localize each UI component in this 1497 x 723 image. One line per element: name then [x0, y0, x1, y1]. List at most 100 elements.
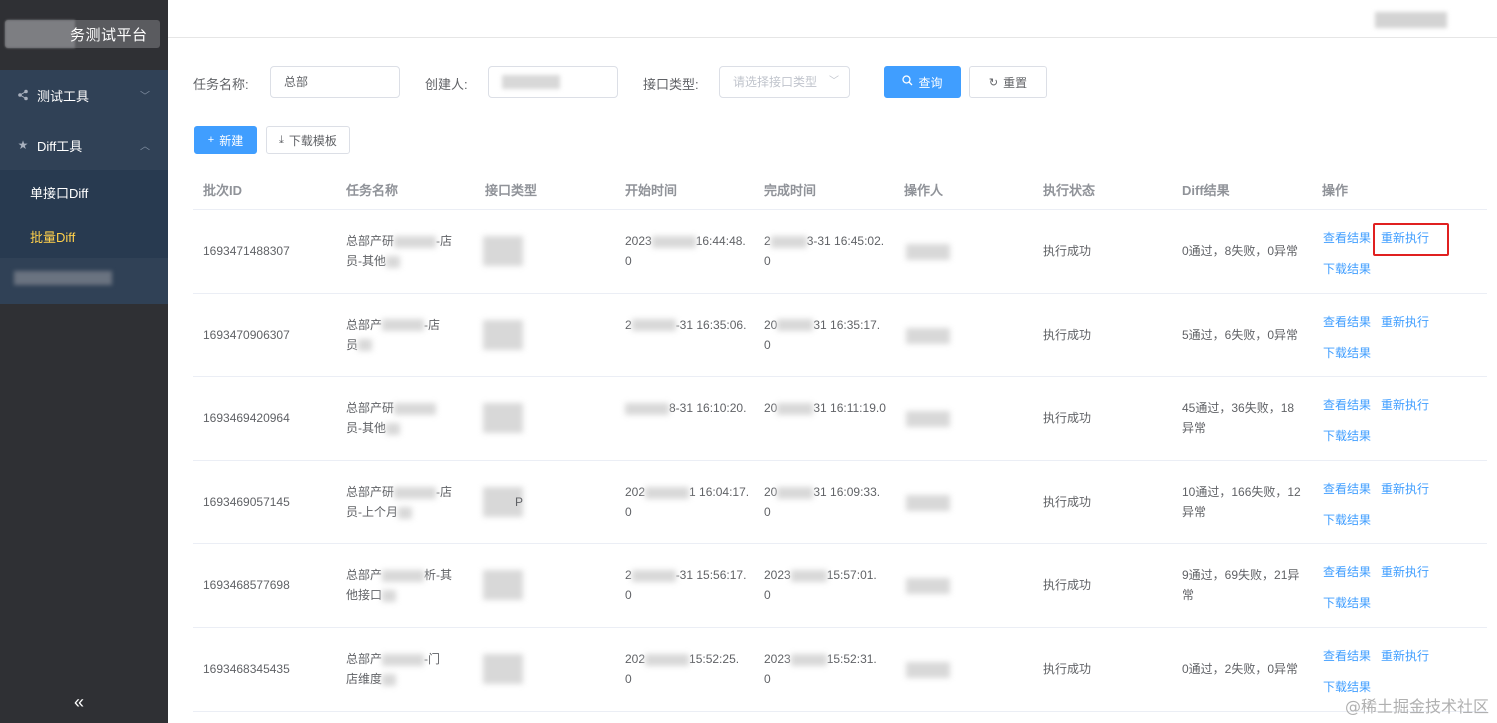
- diff-result: 0通过，2失败，0异常: [1182, 661, 1299, 676]
- share-icon: [16, 88, 30, 102]
- api-type-select[interactable]: 请选择接口类型 ﹀: [719, 66, 850, 98]
- sidebar-item-single-diff[interactable]: 单接口Diff: [0, 170, 168, 214]
- table-row: 1693469057145 总部产研 -店 员-上个月 P 202 1 16:04:…: [193, 461, 1487, 545]
- view-result-link[interactable]: 查看结果: [1323, 563, 1371, 580]
- status-text: 执行成功: [1043, 244, 1092, 258]
- reset-button[interactable]: ↻ 重置: [969, 66, 1047, 98]
- batch-id: 1693470906307: [203, 327, 290, 342]
- download-icon: ⤓: [279, 133, 284, 146]
- column-header: 完成时间: [764, 183, 817, 198]
- brand-redacted: [5, 20, 75, 48]
- diff-result: 10通过，166失败，12 异常: [1182, 484, 1301, 519]
- brand: 务测试平台: [0, 0, 168, 70]
- batch-id: 1693468577698: [203, 578, 290, 593]
- start-time: 2 -31 15:56:17. 0: [625, 568, 747, 603]
- batch-id: 1693471488307: [203, 244, 290, 258]
- end-time: 20 31 16:35:17. 0: [764, 317, 881, 352]
- view-result-link[interactable]: 查看结果: [1323, 647, 1371, 664]
- creator-input[interactable]: [488, 66, 618, 98]
- view-result-link[interactable]: 查看结果: [1323, 313, 1371, 330]
- task-name: 总部产研 -店 员-上个月: [346, 484, 453, 519]
- search-button[interactable]: 查询: [884, 66, 961, 98]
- start-time: 2023 16:44:48. 0: [625, 234, 746, 268]
- task-name: 总部产 析-其 他接口: [346, 568, 453, 603]
- rerun-link[interactable]: 重新执行: [1381, 647, 1429, 664]
- end-time: 2023 15:57:01. 0: [764, 568, 877, 603]
- rerun-link[interactable]: 重新执行: [1381, 396, 1429, 413]
- refresh-icon: ↻: [988, 76, 999, 89]
- task-name: 总部产研 员-其他: [346, 398, 471, 438]
- table-row: 1693468345435 总部产 -门 店维度 202 15:52:25. 0 2…: [193, 628, 1487, 712]
- new-button[interactable]: + 新建: [194, 126, 257, 154]
- batch-id: 1693468345435: [203, 661, 290, 676]
- download-result-link[interactable]: 下载结果: [1323, 344, 1371, 361]
- download-result-link[interactable]: 下载结果: [1323, 427, 1371, 444]
- plus-icon: +: [207, 134, 215, 146]
- batch-id: 1693469420964: [203, 411, 290, 426]
- chevron-down-icon: ﹀: [140, 91, 150, 103]
- start-time: 202 15:52:25. 0: [625, 651, 740, 686]
- column-header: 操作: [1322, 183, 1349, 198]
- sidebar-item-batch-diff[interactable]: 批量Diff: [0, 214, 168, 258]
- table-row: 1693471488307 总部产研 -店 员-其他 2023 16:44:48. …: [193, 210, 1487, 294]
- column-header: 接口类型: [485, 183, 538, 198]
- view-result-link[interactable]: 查看结果: [1323, 480, 1371, 497]
- rerun-link[interactable]: 重新执行: [1381, 313, 1429, 330]
- status-text: 执行成功: [1043, 494, 1092, 509]
- download-result-link[interactable]: 下载结果: [1323, 511, 1371, 528]
- sidebar-menu: 测试工具 ﹀ ★ Diff工具 ︿ 单接口Diff 批量Diff: [0, 70, 168, 304]
- sidebar-item-test-tools[interactable]: 测试工具 ﹀: [0, 70, 168, 120]
- diff-result: 0通过，8失败，0异常: [1182, 244, 1299, 258]
- task-name-input[interactable]: 总部: [270, 66, 400, 98]
- sidebar-item-diff-tools[interactable]: ★ Diff工具 ︿: [0, 120, 168, 170]
- sidebar-item-redacted[interactable]: [0, 258, 168, 298]
- status-text: 执行成功: [1043, 327, 1092, 342]
- column-header: 批次ID: [203, 183, 243, 198]
- end-time: 2023 15:52:31. 0: [764, 651, 877, 686]
- status-text: 执行成功: [1043, 578, 1092, 593]
- column-header: 任务名称: [346, 183, 399, 198]
- chevron-down-icon: ﹀: [829, 76, 839, 87]
- sidebar-item-label: 单接口Diff: [30, 185, 89, 201]
- api-type-label: 接口类型:: [643, 77, 699, 92]
- status-text: 执行成功: [1043, 411, 1092, 426]
- star-icon: ★: [17, 138, 29, 152]
- end-time: 2 3-31 16:45:02. 0: [764, 234, 885, 268]
- column-header: 执行状态: [1043, 183, 1096, 198]
- collapse-sidebar-icon[interactable]: «: [74, 692, 84, 713]
- operator-redacted: [906, 244, 950, 260]
- rerun-link[interactable]: 重新执行: [1381, 480, 1429, 497]
- end-time: 20 31 16:11:19.0: [764, 401, 886, 416]
- table-row: 1693470906307 总部产 -店 员 2 -31 16:35:06. 20 3…: [193, 294, 1487, 378]
- batch-table: 批次ID 任务名称 接口类型 开始时间 完成时间 操作人 执行状态 Diff结果…: [193, 168, 1487, 712]
- table-header: 批次ID 任务名称 接口类型 开始时间 完成时间 操作人 执行状态 Diff结果…: [193, 168, 1487, 210]
- brand-title: 务测试平台: [70, 27, 148, 44]
- download-result-link[interactable]: 下载结果: [1323, 260, 1371, 277]
- watermark: @稀土掘金技术社区: [1344, 697, 1489, 716]
- user-avatar-redacted[interactable]: [1375, 12, 1447, 28]
- column-header: 操作人: [904, 183, 944, 198]
- chevron-up-icon: ︿: [140, 141, 150, 153]
- column-header: Diff结果: [1182, 183, 1230, 198]
- sidebar-item-label: Diff工具: [37, 138, 83, 154]
- rerun-link[interactable]: 重新执行: [1381, 563, 1429, 580]
- creator-label: 创建人:: [425, 77, 468, 92]
- search-icon: [902, 75, 913, 89]
- operator-redacted: [906, 661, 950, 678]
- download-template-button[interactable]: ⤓ 下载模板: [266, 126, 350, 154]
- table-row: 1693468577698 总部产 析-其 他接口 2 -31 15:56:17. …: [193, 544, 1487, 628]
- view-result-link[interactable]: 查看结果: [1323, 396, 1371, 413]
- rerun-highlight-box: [1373, 223, 1449, 256]
- operator-redacted: [906, 578, 950, 595]
- status-text: 执行成功: [1043, 661, 1092, 676]
- start-time: 202 1 16:04:17. 0: [625, 484, 750, 519]
- start-time: 2 -31 16:35:06.: [625, 317, 747, 332]
- sidebar-item-label: 批量Diff: [30, 229, 76, 245]
- diff-result: 45通过，36失败，18 异常: [1182, 401, 1295, 436]
- view-result-link[interactable]: 查看结果: [1323, 229, 1371, 246]
- top-header: [168, 0, 1497, 38]
- diff-result: 9通过，69失败，21异 常: [1182, 568, 1300, 603]
- sidebar: 务测试平台 测试工具 ﹀ ★ Diff工具 ︿ 单接口Diff 批量Diff «: [0, 0, 168, 723]
- download-result-link[interactable]: 下载结果: [1323, 594, 1371, 611]
- table-body: 1693471488307 总部产研 -店 员-其他 2023 16:44:48. …: [193, 210, 1487, 712]
